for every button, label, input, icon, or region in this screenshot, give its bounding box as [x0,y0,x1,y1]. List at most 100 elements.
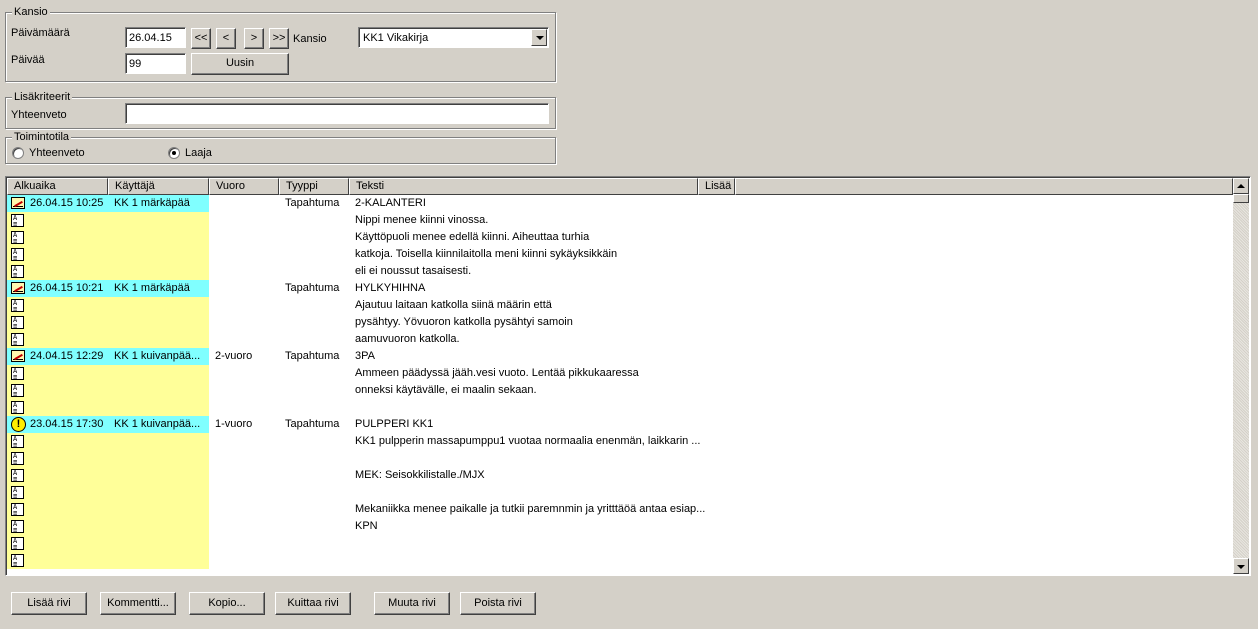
table-row-continuation[interactable]: A ≡ KK1 pulpperin massapumppu1 vuotaa norm… [7,433,1233,450]
row-time-bg [7,382,209,399]
cell-teksti: Ammeen päädyssä jääh.vesi vuoto. Lentää … [355,367,639,379]
table-row[interactable]: ! 23.04.15 17:30 KK 1 kuivanpää... 1-vuoro T… [7,416,1233,433]
cell-teksti: KPN [355,520,378,532]
table-row-continuation[interactable]: A ≡ onneksi käytävälle, ei maalin sekaan. [7,382,1233,399]
note-icon[interactable]: A ≡ [11,537,24,550]
row-time-bg [7,229,209,246]
cell-kayttaja: KK 1 märkäpää [114,197,190,209]
cell-teksti: KK1 pulpperin massapumppu1 vuotaa normaa… [355,435,701,447]
note-icon[interactable]: A ≡ [11,486,24,499]
table-row-continuation[interactable]: A ≡ katkoja. Toisella kiinnilaitolla meni … [7,246,1233,263]
note-icon[interactable]: A ≡ [11,401,24,414]
chevron-down-icon[interactable] [531,29,547,46]
cell-vuoro [209,195,279,212]
note-icon[interactable]: A ≡ [11,469,24,482]
folder-select[interactable]: KK1 Vikakirja [358,27,549,48]
scroll-down-button[interactable] [1233,558,1249,574]
table-row-continuation[interactable]: A ≡ [7,552,1233,569]
row-time-bg [7,297,209,314]
cell-kayttaja: KK 1 märkäpää [114,282,190,294]
days-value: 99 [129,58,142,70]
row-time-bg [7,450,209,467]
summary-input[interactable] [125,103,549,124]
table-row-continuation[interactable]: A ≡ Nippi menee kiinni vinossa. [7,212,1233,229]
days-label: Päivää [11,54,45,66]
cell-tyyppi: Tapahtuma [285,418,340,430]
table-row-continuation[interactable]: A ≡ [7,535,1233,552]
cell-teksti [349,399,735,416]
note-icon[interactable]: A ≡ [11,367,24,380]
chevron-down-icon [1237,565,1245,569]
note-icon[interactable]: A ≡ [11,333,24,346]
delete-row-button[interactable]: Poista rivi [460,592,536,615]
note-icon[interactable]: A ≡ [11,384,24,397]
cell-teksti [349,450,735,467]
note-icon[interactable]: A ≡ [11,316,24,329]
cell-teksti [349,535,735,552]
table-row-continuation[interactable]: A ≡ MEK: Seisokkilistalle./MJX [7,467,1233,484]
radio-summary-label[interactable]: Yhteenveto [29,146,85,160]
col-header-lisaa[interactable]: Lisää [698,178,735,195]
table-row-continuation[interactable]: A ≡ [7,399,1233,416]
table-row-continuation[interactable]: A ≡ Ammeen päädyssä jääh.vesi vuoto. Lentä… [7,365,1233,382]
date-field[interactable]: 26.04.15 [125,27,186,48]
cell-teksti [349,552,735,569]
cell-teksti: onneksi käytävälle, ei maalin sekaan. [355,384,537,396]
col-header-teksti[interactable]: Teksti [349,178,698,195]
modify-row-button[interactable]: Muuta rivi [374,592,450,615]
cell-alkuaika: 26.04.15 10:25 [30,197,104,209]
row-time-bg [7,263,209,280]
table-row[interactable]: 26.04.15 10:21 KK 1 märkäpää Tapahtuma HYLK… [7,280,1233,297]
copy-button[interactable]: Kopio... [189,592,265,615]
table-row[interactable]: 24.04.15 12:29 KK 1 kuivanpää... 2-vuoro Ta… [7,348,1233,365]
note-icon[interactable]: A ≡ [11,299,24,312]
cell-teksti: Mekaniikka menee paikalle ja tutkii pare… [355,503,706,515]
radio-wide-label[interactable]: Laaja [185,146,212,160]
prev-page-button[interactable]: < [216,28,236,49]
table-row-continuation[interactable]: A ≡ Käyttöpuoli menee edellä kiinni. Aiheu… [7,229,1233,246]
col-header-vuoro[interactable]: Vuoro [209,178,279,195]
cell-teksti: eli ei noussut tasaisesti. [355,265,472,277]
cell-tyyppi: Tapahtuma [285,282,340,294]
col-header-alkuaika[interactable]: Alkuaika [7,178,108,195]
note-icon[interactable]: A ≡ [11,503,24,516]
note-icon[interactable]: A ≡ [11,265,24,278]
note-icon[interactable]: A ≡ [11,231,24,244]
table-row-continuation[interactable]: A ≡ [7,450,1233,467]
note-icon[interactable]: A ≡ [11,214,24,227]
cell-teksti: Käyttöpuoli menee edellä kiinni. Aiheutt… [355,231,590,243]
note-icon[interactable]: A ≡ [11,435,24,448]
col-header-tyyppi[interactable]: Tyyppi [279,178,349,195]
add-row-button[interactable]: Lisää rivi [11,592,87,615]
table-row-continuation[interactable]: A ≡ KPN [7,518,1233,535]
acknowledge-row-button[interactable]: Kuittaa rivi [275,592,351,615]
radio-wide[interactable] [168,147,180,159]
note-icon[interactable]: A ≡ [11,248,24,261]
table-row-continuation[interactable]: A ≡ Ajautuu laitaan katkolla siinä määrin … [7,297,1233,314]
row-time-bg [7,246,209,263]
table-row-continuation[interactable]: A ≡ [7,484,1233,501]
note-icon[interactable]: A ≡ [11,452,24,465]
cell-alkuaika: 23.04.15 17:30 [30,418,104,430]
radio-summary[interactable] [12,147,24,159]
table-row-continuation[interactable]: A ≡ eli ei noussut tasaisesti. [7,263,1233,280]
table-row-continuation[interactable]: A ≡ Mekaniikka menee paikalle ja tutkii pa… [7,501,1233,518]
log-grid[interactable]: Alkuaika Käyttäjä Vuoro Tyyppi Teksti Li… [5,176,1251,576]
days-field[interactable]: 99 [125,53,186,74]
scroll-thumb[interactable] [1233,194,1249,203]
scroll-up-button[interactable] [1233,178,1249,194]
table-row-continuation[interactable]: A ≡ pysähtyy. Yövuoron katkolla pysähtyi s… [7,314,1233,331]
cell-teksti: katkoja. Toisella kiinnilaitolla meni ki… [355,248,618,260]
first-page-button[interactable]: << [191,28,211,49]
refresh-button[interactable]: Uusin [191,53,289,75]
next-page-button[interactable]: > [244,28,264,49]
note-icon[interactable]: A ≡ [11,554,24,567]
vertical-scrollbar[interactable] [1233,178,1249,574]
comment-button[interactable]: Kommentti... [100,592,176,615]
last-page-button[interactable]: >> [269,28,289,49]
col-header-kayttaja[interactable]: Käyttäjä [108,178,209,195]
note-icon[interactable]: A ≡ [11,520,24,533]
table-row[interactable]: 26.04.15 10:25 KK 1 märkäpää Tapahtuma 2-KA… [7,195,1233,212]
table-row-continuation[interactable]: A ≡ aamuvuoron katkolla. [7,331,1233,348]
cell-teksti: Nippi menee kiinni vinossa. [355,214,489,226]
